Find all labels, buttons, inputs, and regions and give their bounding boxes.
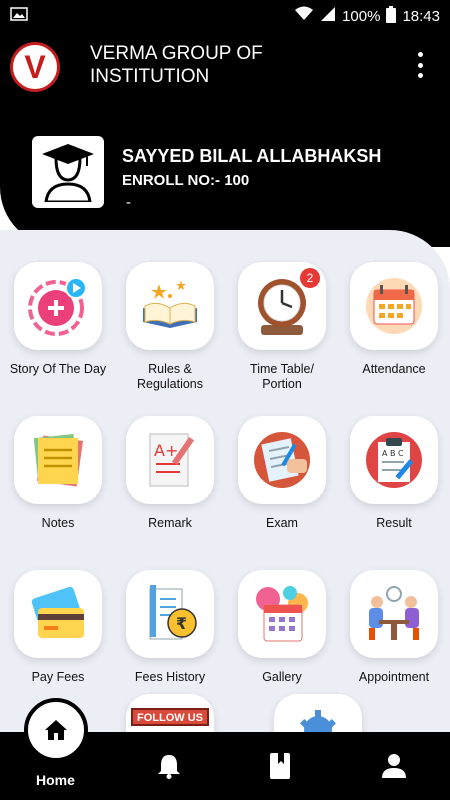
student-name: SAYYED BILAL ALLABHAKSH <box>122 146 382 166</box>
tile-label: Rules & Regulations <box>136 362 203 391</box>
svg-text:A+: A+ <box>154 441 178 460</box>
signal-icon <box>320 6 336 26</box>
nav-diary[interactable] <box>266 752 294 780</box>
tile-attendance[interactable]: Attendance <box>338 262 450 416</box>
tile-label: Attendance <box>362 362 426 376</box>
notes-icon <box>14 416 102 504</box>
tile-label: Remark <box>148 516 192 530</box>
tile-label: Gallery <box>262 670 302 684</box>
tile-label: Story Of The Day <box>9 362 107 376</box>
follow-us-label: FOLLOW US <box>131 708 209 726</box>
image-icon <box>10 7 28 25</box>
avatar[interactable] <box>32 136 104 208</box>
tile-rules-regulations[interactable]: Rules & Regulations <box>114 262 226 416</box>
status-bar: 100% 18:43 <box>0 0 450 32</box>
bell-icon <box>158 755 180 779</box>
battery-icon <box>386 5 397 27</box>
nav-home-label: Home <box>36 772 75 788</box>
nav-home-button[interactable] <box>24 698 88 762</box>
bookmark-book-icon <box>270 753 290 779</box>
battery-percent: 100% <box>342 7 381 25</box>
app-title: VERMA GROUP OF INSTITUTION <box>90 43 263 87</box>
tile-remark[interactable]: A+ Remark <box>114 416 226 570</box>
tile-label: Notes <box>41 516 75 530</box>
tile-notes[interactable]: Notes <box>2 416 114 570</box>
tile-label: Pay Fees <box>31 670 85 684</box>
overflow-menu-icon[interactable] <box>412 52 428 78</box>
meeting-icon <box>350 570 438 658</box>
nav-profile[interactable] <box>380 752 408 780</box>
enroll-number: ENROLL NO:- 100 <box>122 172 250 189</box>
tile-label: Time Table/ Portion <box>250 362 314 391</box>
gallery-icon <box>238 570 326 658</box>
home-icon <box>45 720 67 740</box>
tile-label: Result <box>376 516 412 530</box>
clock-icon: 2 <box>238 262 326 350</box>
result-icon: A B C <box>350 416 438 504</box>
svg-text:A B C: A B C <box>382 449 404 458</box>
tile-label: Exam <box>266 516 298 530</box>
notification-badge: 2 <box>300 268 320 288</box>
tile-label: Fees History <box>134 670 206 684</box>
logo-letter: V <box>24 48 46 85</box>
calendar-icon <box>350 262 438 350</box>
cards-icon <box>14 570 102 658</box>
institution-logo: V <box>10 42 60 92</box>
receipt-icon: ₹ <box>126 570 214 658</box>
menu-grid: Story Of The Day Rules & Regulations 2 T… <box>0 262 450 724</box>
story-icon <box>14 262 102 350</box>
profile-extra: - <box>126 194 131 211</box>
tile-story-of-the-day[interactable]: Story Of The Day <box>2 262 114 416</box>
svg-text:₹: ₹ <box>176 614 187 633</box>
nav-notifications[interactable] <box>155 752 183 780</box>
exam-icon <box>238 416 326 504</box>
wifi-icon <box>294 6 314 26</box>
person-icon <box>382 754 406 778</box>
book-icon <box>126 262 214 350</box>
tile-label: Appointment <box>358 670 430 684</box>
clock-time: 18:43 <box>402 7 440 25</box>
tile-time-table[interactable]: 2 Time Table/ Portion <box>226 262 338 416</box>
tile-result[interactable]: A B C Result <box>338 416 450 570</box>
remark-icon: A+ <box>126 416 214 504</box>
tile-exam[interactable]: Exam <box>226 416 338 570</box>
graduate-avatar-icon <box>42 144 94 202</box>
